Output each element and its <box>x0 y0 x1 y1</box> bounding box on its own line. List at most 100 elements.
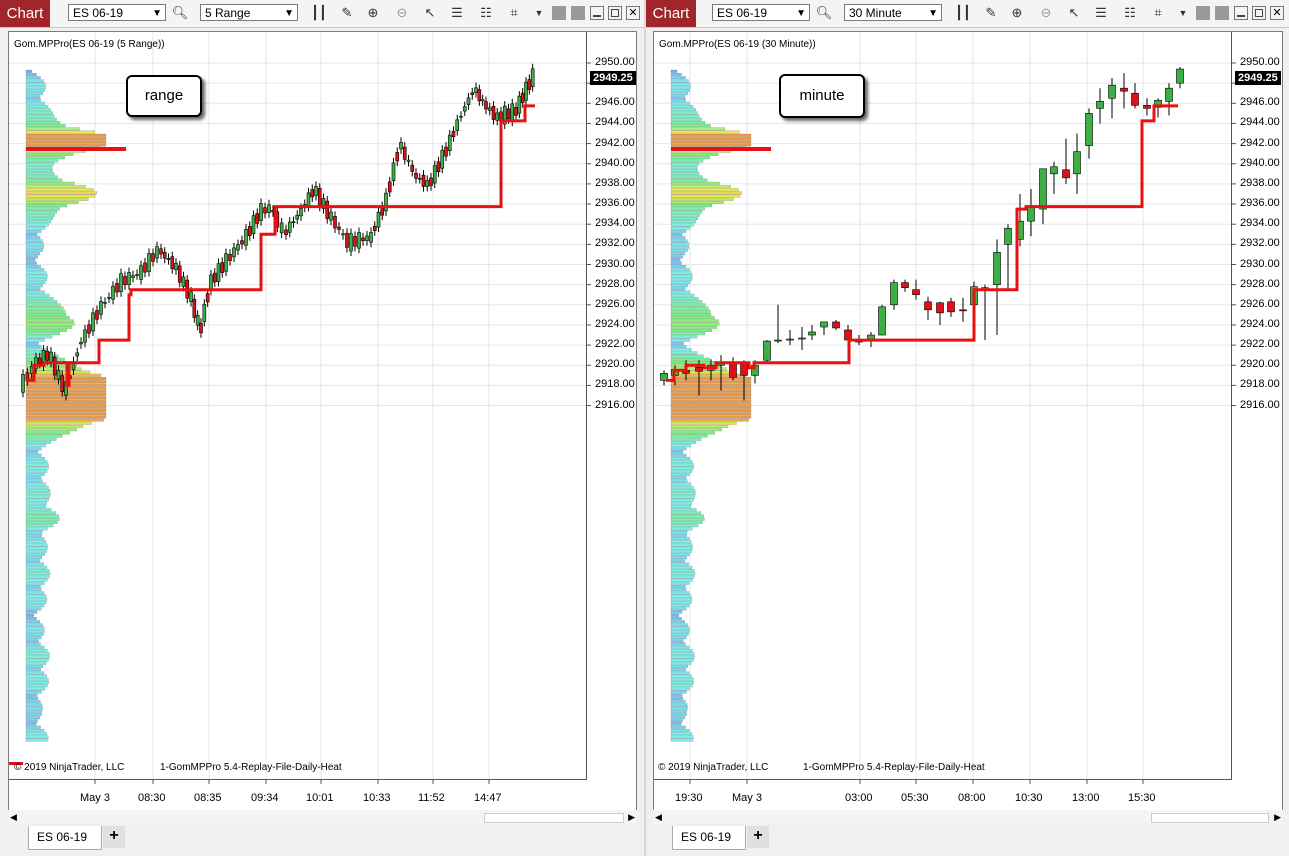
indicators-icon[interactable]: ☷ <box>1121 4 1139 22</box>
time-label: 08:00 <box>958 792 986 804</box>
time-label: 08:35 <box>194 792 222 804</box>
copyright-text: © 2019 NinjaTrader, LLC <box>658 762 769 773</box>
chart-panel[interactable]: Gom.MPPro(ES 06-19 (5 Range)) range © 20… <box>8 31 637 824</box>
bar-type-icon[interactable]: ┃┃ <box>954 4 972 22</box>
last-price-badge: 2949.25 <box>1235 71 1281 85</box>
price-label: 2950.00 <box>1240 56 1280 68</box>
time-label: 09:34 <box>251 792 279 804</box>
price-label: 2934.00 <box>1240 217 1280 230</box>
scroll-thumb[interactable] <box>484 813 624 823</box>
time-label: 10:01 <box>306 792 334 804</box>
close-icon[interactable]: ✕ <box>626 6 640 20</box>
window-color-icon[interactable] <box>1215 6 1229 20</box>
chevron-down-icon: ▼ <box>928 8 938 19</box>
price-label: 2922.00 <box>595 338 635 351</box>
price-label: 2950.00 <box>595 56 635 68</box>
price-label: 2942.00 <box>1240 136 1280 149</box>
zoom-out-icon[interactable]: ⊖ <box>1037 4 1055 22</box>
bar-type-selector[interactable]: 5 Range ▼ <box>200 4 298 21</box>
scroll-right-icon[interactable]: ▶ <box>1274 812 1281 823</box>
time-label: 10:30 <box>1015 792 1043 804</box>
price-label: 2920.00 <box>595 358 635 371</box>
maximize-icon[interactable] <box>608 6 622 20</box>
strategies-icon[interactable]: ⌗ <box>1149 4 1167 22</box>
search-icon[interactable]: 🔍︎ <box>815 4 833 22</box>
draw-icon[interactable]: ✎ <box>982 4 1000 22</box>
price-label: 2918.00 <box>1240 378 1280 391</box>
zoom-out-icon[interactable]: ⊖ <box>393 4 411 22</box>
link-color-icon[interactable] <box>552 6 566 20</box>
price-label: 2926.00 <box>1240 297 1280 310</box>
price-label: 2944.00 <box>595 116 635 129</box>
price-label: 2940.00 <box>1240 156 1280 169</box>
plot-area <box>654 32 1232 780</box>
price-label: 2936.00 <box>595 197 635 210</box>
callout-label: minute <box>779 74 865 118</box>
time-label: 15:30 <box>1128 792 1156 804</box>
pointer-icon[interactable]: ↖ <box>1065 4 1083 22</box>
price-label: 2938.00 <box>1240 176 1280 189</box>
time-label: 08:30 <box>138 792 166 804</box>
price-label: 2940.00 <box>595 156 635 169</box>
more-icon[interactable]: ▼ <box>530 4 548 22</box>
strategies-icon[interactable]: ⌗ <box>505 4 523 22</box>
scroll-left-icon[interactable]: ◀ <box>10 812 17 823</box>
bar-type-selector[interactable]: 30 Minute ▼ <box>844 4 942 21</box>
pointer-icon[interactable]: ↖ <box>421 4 439 22</box>
tab-instrument[interactable]: ES 06-19 <box>672 826 746 850</box>
chart-window-right: Chart ES 06-19 ▼ 🔍︎ 30 Minute ▼ ┃┃ ✎ ⊕ ⊖ ↖… <box>646 0 1289 856</box>
price-label: 2932.00 <box>1240 237 1280 250</box>
bar-type-icon[interactable]: ┃┃ <box>310 4 328 22</box>
draw-icon[interactable]: ✎ <box>338 4 356 22</box>
indicator-title: Gom.MPPro(ES 06-19 (5 Range)) <box>14 39 165 50</box>
time-label: 03:00 <box>845 792 873 804</box>
horizontal-scrollbar[interactable]: ◀ ▶ <box>8 810 637 824</box>
add-tab-icon[interactable]: + <box>103 826 125 848</box>
price-label: 2944.00 <box>1240 116 1280 129</box>
instrument-selector[interactable]: ES 06-19 ▼ <box>712 4 810 21</box>
chart-panel[interactable]: Gom.MPPro(ES 06-19 (30 Minute)) minute ©… <box>653 31 1283 824</box>
minimize-icon[interactable] <box>590 6 604 20</box>
price-label: 2946.00 <box>595 96 635 109</box>
chart-toolbar: Chart ES 06-19 ▼ 🔍︎ 30 Minute ▼ ┃┃ ✎ ⊕ ⊖ ↖… <box>646 0 1289 28</box>
window-color-icon[interactable] <box>571 6 585 20</box>
maximize-icon[interactable] <box>1252 6 1266 20</box>
bar-type-value: 5 Range <box>205 6 251 20</box>
zoom-in-icon[interactable]: ⊕ <box>364 4 382 22</box>
bar-type-value: 30 Minute <box>849 6 902 20</box>
tab-instrument[interactable]: ES 06-19 <box>28 826 102 850</box>
last-price-badge: 2949.25 <box>590 71 636 85</box>
price-label: 2930.00 <box>1240 257 1280 270</box>
minimize-icon[interactable] <box>1234 6 1248 20</box>
instrument-selector[interactable]: ES 06-19 ▼ <box>68 4 166 21</box>
more-icon[interactable]: ▼ <box>1174 4 1192 22</box>
time-label: 11:52 <box>418 792 445 804</box>
search-icon[interactable]: 🔍︎ <box>171 4 189 22</box>
close-icon[interactable]: ✕ <box>1270 6 1284 20</box>
zoom-in-icon[interactable]: ⊕ <box>1008 4 1026 22</box>
chart-title[interactable]: Chart <box>646 0 696 27</box>
scroll-thumb[interactable] <box>1151 813 1269 823</box>
price-label: 2920.00 <box>1240 358 1280 371</box>
link-color-icon[interactable] <box>1196 6 1210 20</box>
chevron-down-icon: ▼ <box>284 8 294 19</box>
chart-toolbar: Chart ES 06-19 ▼ 🔍︎ 5 Range ▼ ┃┃ ✎ ⊕ ⊖ ↖ ☰… <box>0 0 644 28</box>
time-label: 19:30 <box>675 792 703 804</box>
chart-title[interactable]: Chart <box>0 0 50 27</box>
chevron-down-icon: ▼ <box>152 8 162 19</box>
scroll-right-icon[interactable]: ▶ <box>628 812 635 823</box>
template-name: 1-GomMPPro 5.4-Replay-File-Daily-Heat <box>803 762 985 773</box>
indicators-icon[interactable]: ☷ <box>477 4 495 22</box>
scroll-left-icon[interactable]: ◀ <box>655 812 662 823</box>
indicator-title: Gom.MPPro(ES 06-19 (30 Minute)) <box>659 39 816 50</box>
price-label: 2922.00 <box>1240 338 1280 351</box>
data-box-icon[interactable]: ☰ <box>448 4 466 22</box>
price-label: 2934.00 <box>595 217 635 230</box>
horizontal-scrollbar[interactable]: ◀ ▶ <box>653 810 1283 824</box>
template-name: 1-GomMPPro 5.4-Replay-File-Daily-Heat <box>160 762 342 773</box>
data-box-icon[interactable]: ☰ <box>1092 4 1110 22</box>
price-label: 2942.00 <box>595 136 635 149</box>
add-tab-icon[interactable]: + <box>747 826 769 848</box>
price-label: 2918.00 <box>595 378 635 391</box>
instrument-value: ES 06-19 <box>73 6 124 20</box>
